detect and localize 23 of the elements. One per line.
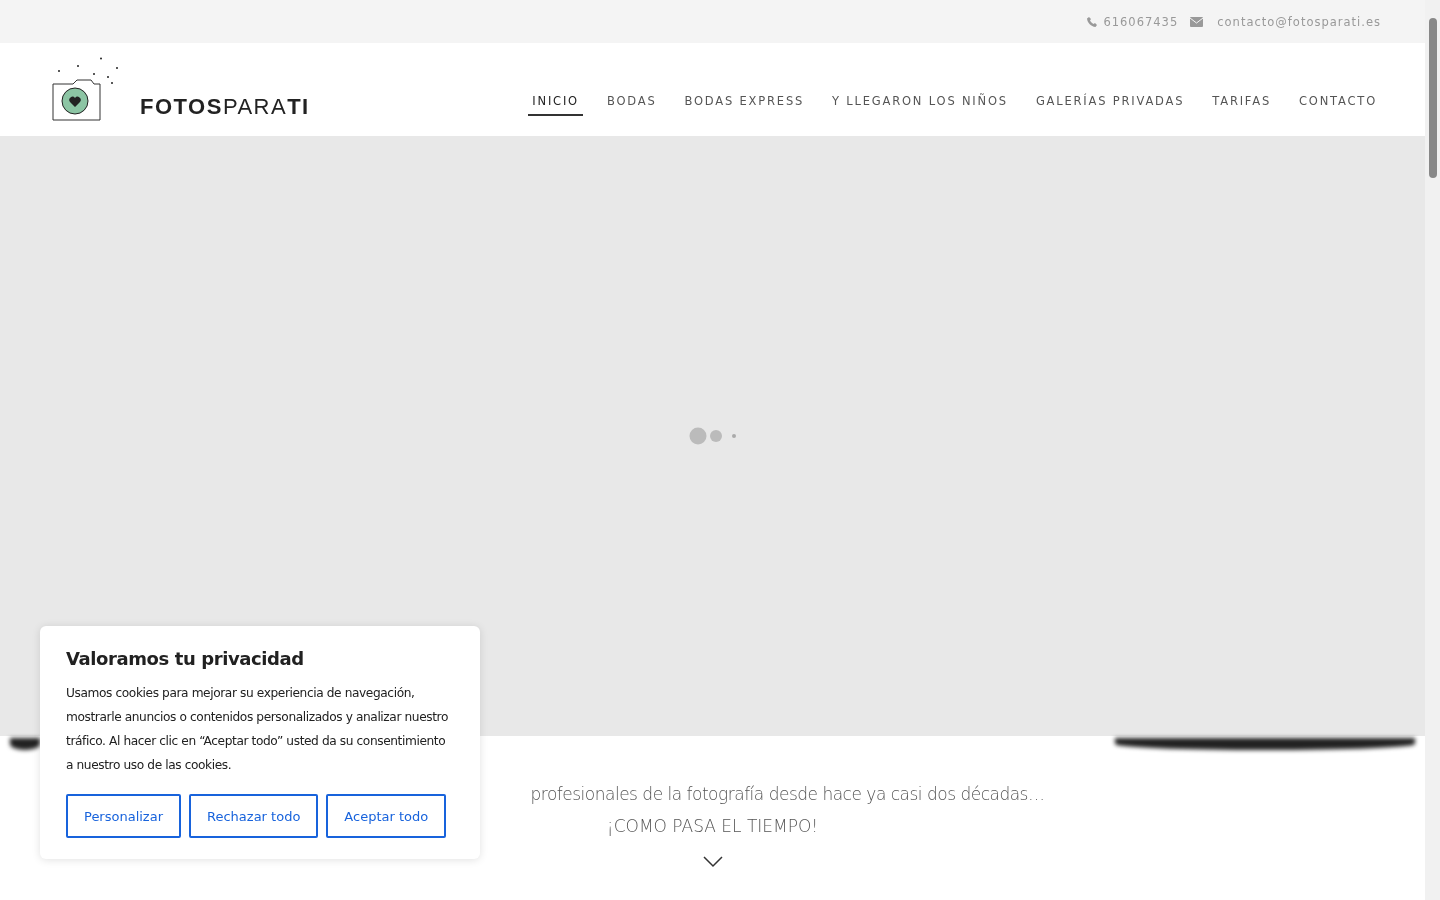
phone-icon xyxy=(1087,16,1098,27)
consent-button[interactable]: Rechazar todo xyxy=(189,794,319,838)
nav-link[interactable]: BODAS EXPRESS xyxy=(680,87,809,116)
consent-button[interactable]: Aceptar todo xyxy=(326,794,447,838)
intro-tagline: ¡COMO PASA EL TIEMPO! xyxy=(606,815,819,838)
logo-text[interactable]: FOTOSPARATI xyxy=(140,94,310,120)
camera-logo-icon xyxy=(50,57,120,122)
nav-link[interactable]: INICIO xyxy=(528,87,583,116)
banner-text: Usamos cookies para mejorar su experiencia de navegación, mostrarle anuncios o contenidos personalizados y analizar nuestro tráfico. Al hacer clic en “Aceptar todo” usted da su consentimiento a nuestro uso de las cookies. xyxy=(66,685,449,774)
nav-link[interactable]: BODAS xyxy=(602,87,661,116)
loading-spinner-icon xyxy=(688,427,737,445)
nav-link[interactable]: GALERÍAS PRIVADAS xyxy=(1031,87,1189,116)
nav-link[interactable]: Y LLEGARON LOS NIÑOS xyxy=(828,87,1012,116)
phone-number: 616067435 xyxy=(1087,14,1179,29)
envelope-icon xyxy=(1190,16,1204,27)
scrollbar[interactable] xyxy=(1425,0,1440,900)
hero-shadow xyxy=(10,738,40,750)
chevron-down-icon[interactable] xyxy=(702,856,723,868)
consent-button[interactable]: Personalizar xyxy=(66,794,181,838)
banner-title: Valoramos tu privacidad xyxy=(66,648,305,669)
nav-link[interactable]: TARIFAS xyxy=(1208,87,1275,116)
nav-link[interactable]: CONTACTO xyxy=(1295,87,1381,116)
intro-text: profesionales de la fotografía desde hace ya casi dos décadas… xyxy=(529,783,1045,806)
